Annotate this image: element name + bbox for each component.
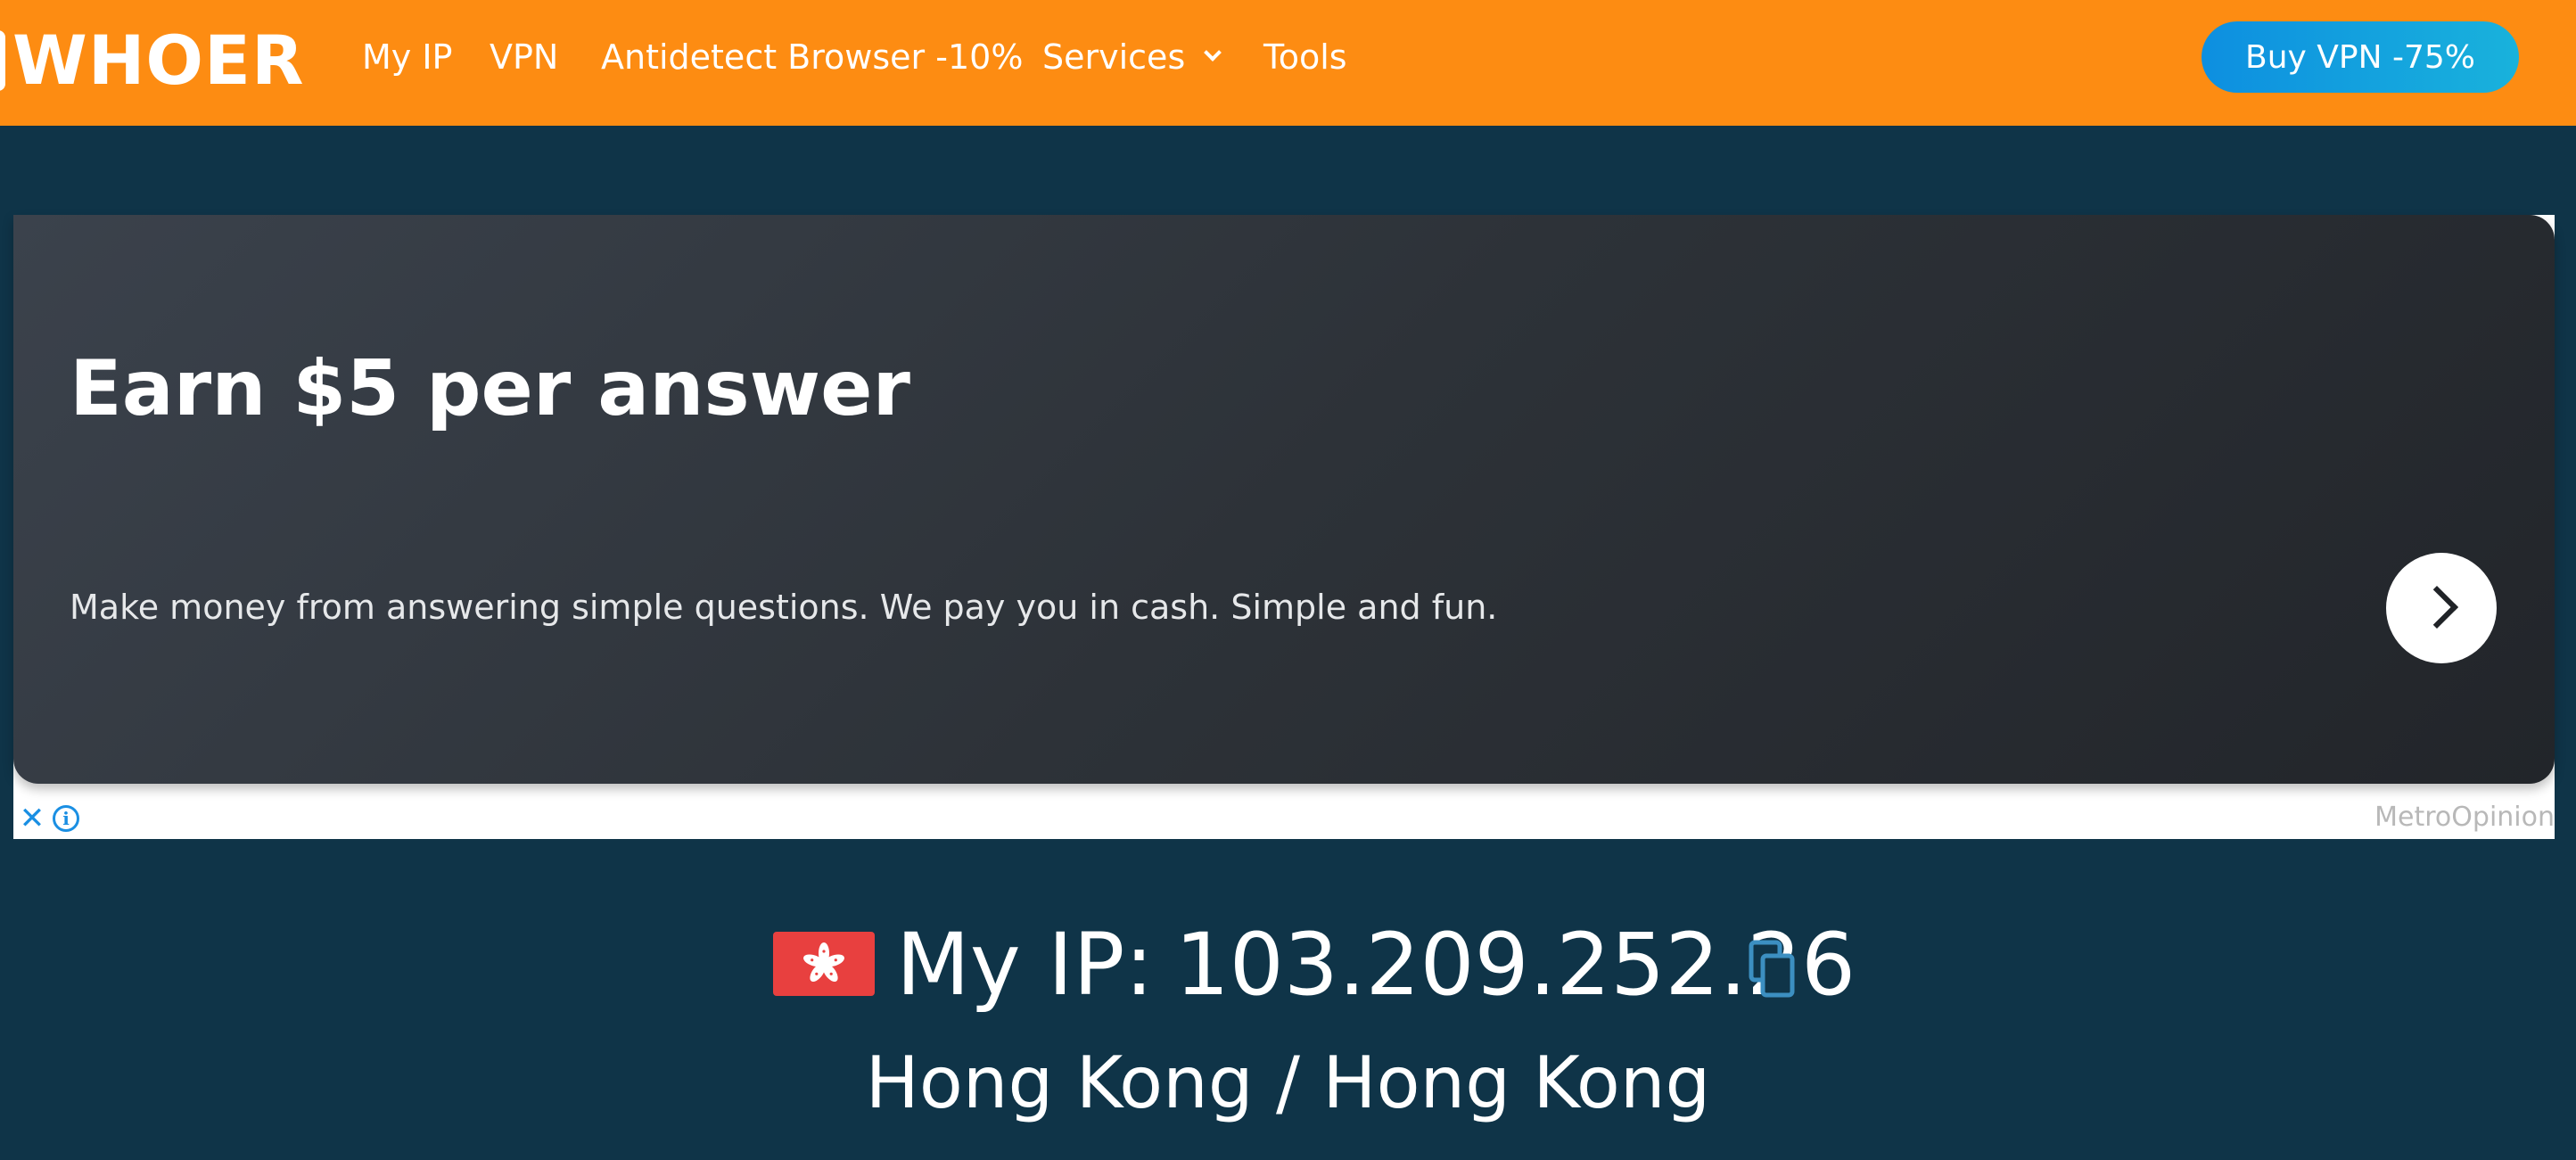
ip-location: Hong Kong / Hong Kong: [865, 1041, 1711, 1124]
whoer-logo[interactable]: WHOER: [12, 20, 304, 102]
top-header: WHOER My IP VPN Antidetect Browser -10% …: [0, 0, 2576, 126]
copy-icon[interactable]: [1749, 940, 1797, 999]
ad-next-button[interactable]: [2386, 553, 2497, 663]
ad-description: Make money from answering simple questio…: [70, 588, 1498, 627]
nav-tools-label: Tools: [1263, 37, 1347, 77]
nav-tools[interactable]: Tools: [1263, 30, 1347, 84]
chevron-down-icon: [1204, 44, 1222, 62]
info-icon[interactable]: i: [53, 805, 79, 832]
nav-my-ip[interactable]: My IP: [362, 30, 452, 84]
my-ip-label: My IP:: [896, 915, 1154, 1015]
close-icon[interactable]: ✕: [17, 803, 47, 834]
nav-antidetect-label: Antidetect Browser -10%: [601, 37, 1024, 77]
ad-banner: Earn $5 per answer Make money from answe…: [13, 215, 2555, 839]
my-ip-display: My IP: 103.209.252.26: [896, 909, 1856, 1020]
buy-vpn-button[interactable]: Buy VPN -75%: [2202, 21, 2519, 93]
logo-mark: [0, 30, 5, 91]
ad-title: Earn $5 per answer: [70, 344, 910, 433]
nav-services-dropdown[interactable]: Services: [1042, 30, 1222, 84]
nav-vpn-label: VPN: [490, 37, 559, 77]
nav-my-ip-label: My IP: [362, 37, 453, 77]
nav-antidetect-browser[interactable]: Antidetect Browser -10%: [601, 30, 1023, 84]
ad-brand[interactable]: MetroOpinion: [2374, 800, 2555, 835]
chevron-right-icon: [2415, 585, 2459, 629]
nav-vpn[interactable]: VPN: [490, 30, 558, 84]
hong-kong-flag-icon: [773, 932, 875, 996]
nav-services-label: Services: [1042, 37, 1186, 77]
ad-card[interactable]: Earn $5 per answer Make money from answe…: [13, 215, 2555, 784]
